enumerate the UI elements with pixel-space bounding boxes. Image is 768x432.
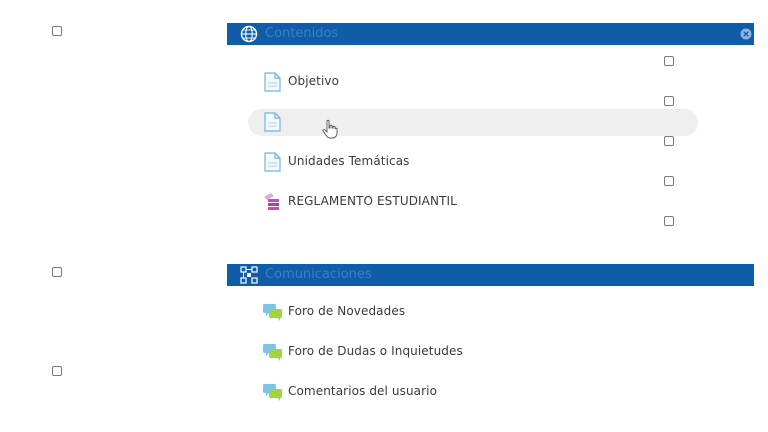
item-checkbox[interactable] (664, 136, 674, 146)
list-item-foro-dudas[interactable]: Foro de Dudas o Inquietudes (262, 341, 692, 363)
network-icon (240, 266, 258, 284)
item-label: Foro de Dudas o Inquietudes (288, 344, 463, 358)
forum-icon (263, 344, 282, 361)
list-item-foro-novedades[interactable]: Foro de Novedades (262, 301, 692, 323)
section-title: Contenidos (265, 26, 339, 41)
list-item-reglamento[interactable]: REGLAMENTO ESTUDIANTIL (262, 191, 692, 213)
item-checkbox[interactable] (664, 96, 674, 106)
section-checkbox-comunicaciones[interactable] (52, 267, 62, 277)
item-label: Comentarios del usuario (288, 384, 438, 398)
list-item-comentarios[interactable]: Comentarios del usuario (262, 381, 692, 403)
item-label: Unidades Temáticas (288, 154, 410, 168)
section-checkbox-contenidos[interactable] (52, 26, 62, 36)
book-icon (264, 193, 279, 210)
close-icon[interactable] (740, 28, 752, 40)
globe-icon (240, 25, 258, 43)
item-label: REGLAMENTO ESTUDIANTIL (288, 194, 457, 208)
hand-cursor-icon (322, 119, 338, 139)
item-label: Foro de Novedades (288, 304, 406, 318)
forum-icon (263, 304, 282, 321)
forum-icon (263, 384, 282, 401)
list-item-unidades[interactable]: Unidades Temáticas (262, 151, 692, 173)
page-icon (264, 72, 281, 92)
page-icon (264, 112, 281, 132)
item-label: Objetivo (288, 74, 340, 88)
section-title: Comunicaciones (265, 267, 372, 282)
section-header-comunicaciones: Comunicaciones (227, 264, 754, 286)
section-checkbox-extra[interactable] (52, 366, 62, 376)
section-header-contenidos: Contenidos (227, 23, 754, 45)
page-icon (264, 152, 281, 172)
list-item-objetivo[interactable]: Objetivo (262, 71, 692, 93)
item-checkbox[interactable] (664, 216, 674, 226)
item-checkbox[interactable] (664, 176, 674, 186)
item-checkbox[interactable] (664, 56, 674, 66)
